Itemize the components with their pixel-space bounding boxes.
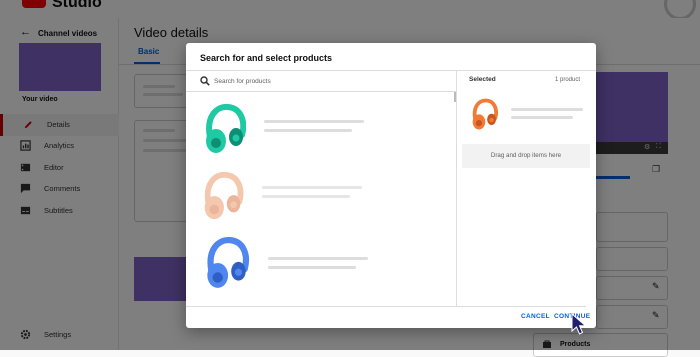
product-item[interactable] <box>186 236 454 304</box>
selected-product-item[interactable] <box>462 92 589 137</box>
panel-divider <box>456 71 457 306</box>
headphones-icon <box>207 237 250 288</box>
cancel-button[interactable]: CANCEL <box>521 313 550 320</box>
search-icon <box>200 76 210 86</box>
headphones-icon <box>206 103 246 153</box>
divider <box>186 91 456 92</box>
product-item[interactable] <box>186 169 454 237</box>
scrollbar[interactable] <box>454 92 456 102</box>
search-input[interactable] <box>214 74 449 88</box>
product-search-dialog: Search for and select products Search fo… <box>186 43 596 328</box>
selected-count: 1 product <box>555 77 581 83</box>
divider <box>186 306 586 307</box>
selected-heading: Selected <box>469 76 496 83</box>
product-item[interactable] <box>186 101 454 169</box>
mouse-cursor-icon <box>571 313 587 335</box>
headphones-icon <box>204 171 244 220</box>
divider <box>186 70 596 71</box>
headphones-icon <box>472 98 498 130</box>
dialog-title: Search for and select products <box>200 53 333 63</box>
drop-zone-text: Drag and drop items here <box>490 152 562 159</box>
